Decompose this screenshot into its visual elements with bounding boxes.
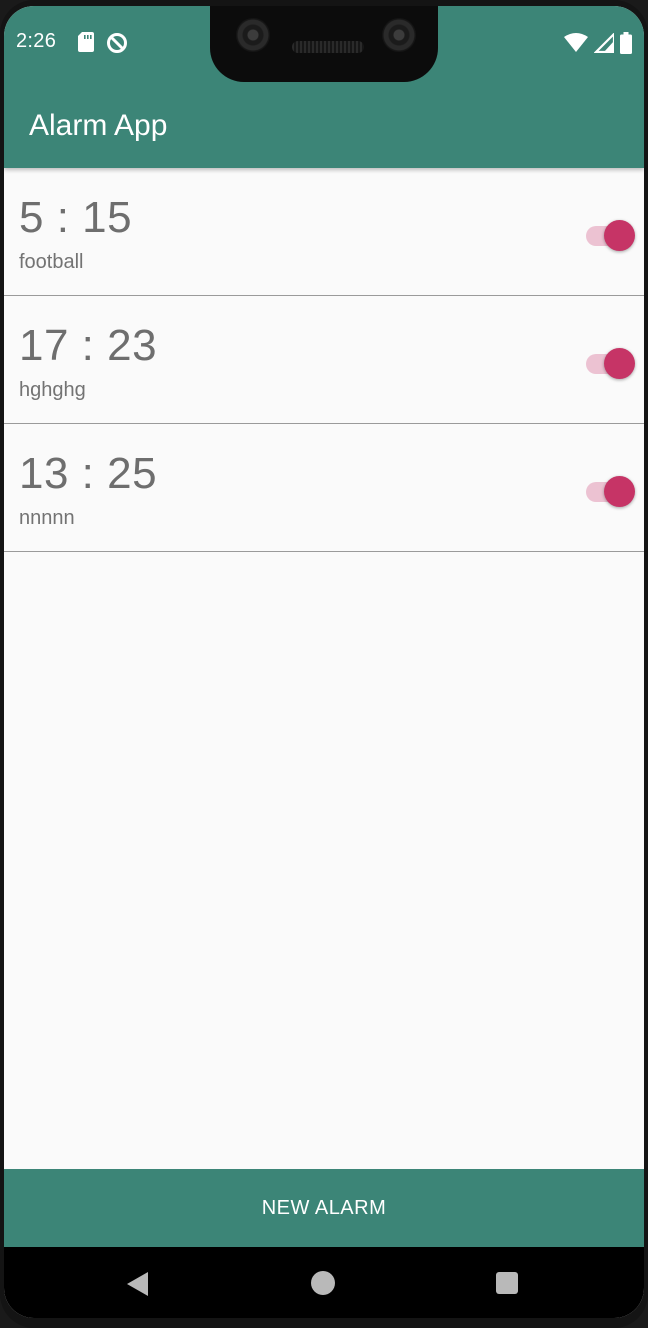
alarm-label: nnnnn (19, 507, 75, 529)
home-icon[interactable] (311, 1271, 335, 1295)
system-nav-bar (4, 1247, 644, 1318)
status-time: 2:26 (16, 30, 57, 52)
recents-icon[interactable] (496, 1272, 518, 1294)
battery-icon (620, 32, 632, 59)
alarm-label: hghghg (19, 379, 86, 401)
sd-card-icon (78, 32, 94, 59)
back-icon[interactable] (125, 1271, 149, 1302)
alarm-row[interactable]: 5 : 15 football (4, 168, 644, 296)
status-right-icons (564, 31, 632, 59)
alarm-row[interactable]: 17 : 23 hghghg (4, 296, 644, 424)
alarm-label: football (19, 251, 84, 273)
alarm-time: 5 : 15 (19, 193, 133, 242)
alarm-enabled-toggle[interactable] (586, 471, 636, 507)
alarm-row[interactable]: 13 : 25 nnnnn (4, 424, 644, 552)
alarm-list: 5 : 15 football 17 : 23 hghghg 13 : 25 n… (4, 168, 644, 552)
screen: 2:26 Alarm App 5: 15 football 17: 23 h… (4, 6, 644, 1318)
new-alarm-button[interactable]: NEW ALARM (4, 1169, 644, 1247)
phone-frame: 2:26 Alarm App 5: 15 football 17: 23 h… (0, 0, 648, 1328)
data-saver-icon (106, 32, 128, 59)
alarm-time: 13 : 25 (19, 449, 158, 498)
wifi-icon (564, 33, 588, 58)
alarm-time: 17 : 23 (19, 321, 158, 370)
alarm-enabled-toggle[interactable] (586, 215, 636, 251)
display-notch (210, 6, 438, 82)
cellular-signal-icon (593, 31, 616, 58)
toggle-thumb (604, 348, 635, 379)
toggle-thumb (604, 476, 635, 507)
status-left-icons (78, 32, 128, 59)
front-camera-icon (236, 18, 270, 52)
earpiece-speaker (292, 41, 364, 53)
front-sensor-icon (382, 18, 416, 52)
alarm-enabled-toggle[interactable] (586, 343, 636, 379)
app-title: Alarm App (29, 109, 168, 142)
toggle-thumb (604, 220, 635, 251)
